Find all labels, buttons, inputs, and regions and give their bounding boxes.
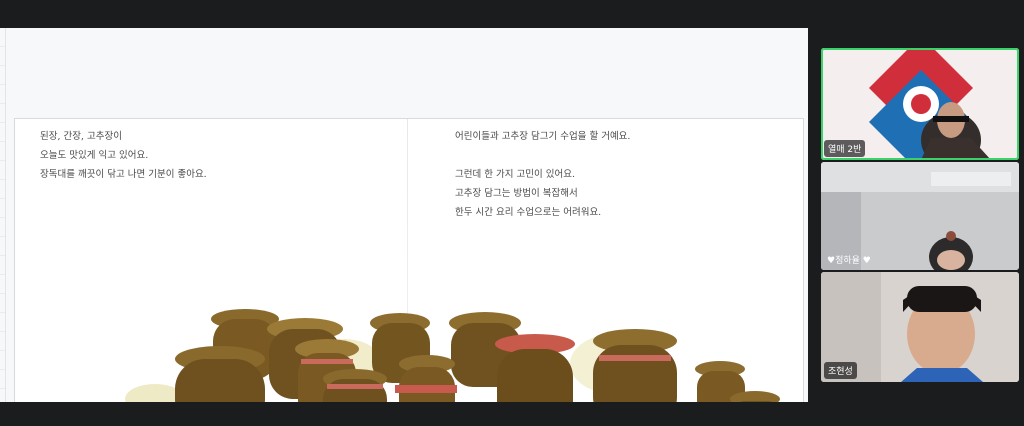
text-line: 한두 시간 요리 수업으로는 어려워요. [455,207,602,218]
document-edge [0,28,6,402]
text-line: 어린이들과 고추장 담그기 수업을 할 거예요. [455,131,631,142]
participant-tile-active[interactable]: 열매 2반 [821,48,1019,160]
left-page-text: 된장, 간장, 고추장이 오늘도 맛있게 익고 있어요. 장독대를 깨끗이 닦고… [40,127,207,184]
right-page-text: 어린이들과 고추장 담그기 수업을 할 거예요. 그런데 한 가지 고민이 있어… [455,127,630,222]
participants-panel: 열매 2반 ♥정하율 ♥ 조현성 [816,0,1024,426]
text-line: 된장, 간장, 고추장이 [40,131,122,142]
text-line: 고추장 담그는 방법이 복잡해서 [455,188,578,199]
picture-book-spread: 된장, 간장, 고추장이 오늘도 맛있게 익고 있어요. 장독대를 깨끗이 닦고… [14,118,804,402]
text-gap [455,146,630,165]
shared-screen: 된장, 간장, 고추장이 오늘도 맛있게 익고 있어요. 장독대를 깨끗이 닦고… [0,28,808,402]
participant-name: ♥정하율 ♥ [827,256,871,266]
participant-tile[interactable]: ♥정하율 ♥ [821,162,1019,270]
video-meeting-window: 된장, 간장, 고추장이 오늘도 맛있게 익고 있어요. 장독대를 깨끗이 닦고… [0,0,1024,426]
text-line: 그런데 한 가지 고민이 있어요. [455,169,575,180]
participant-tile[interactable]: 조현성 [821,272,1019,382]
participant-name: 열매 2반 [824,140,866,157]
onggi-jars-illustration [125,309,780,402]
text-line: 장독대를 깨끗이 닦고 나면 기분이 좋아요. [40,169,207,180]
participant-name: 조현성 [824,362,857,379]
text-line: 오늘도 맛있게 익고 있어요. [40,150,149,161]
